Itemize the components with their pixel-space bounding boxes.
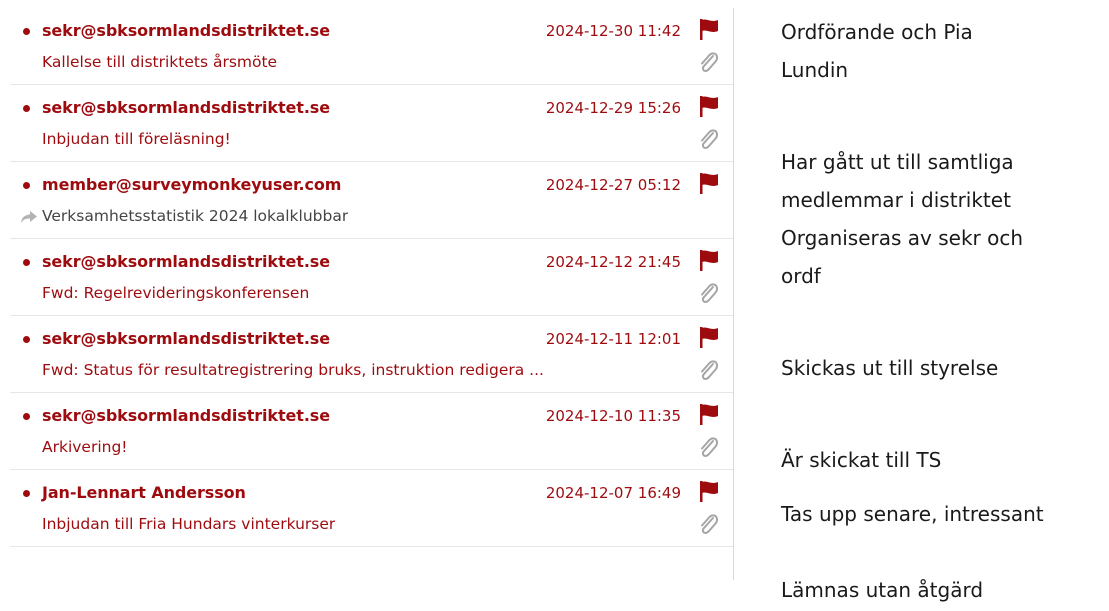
unread-dot [23, 413, 30, 420]
mail-date: 2024-12-27 05:12 [545, 176, 681, 194]
note-line: Tas upp senare, intressant [781, 502, 1044, 526]
mail-item[interactable]: sekr@sbksormlandsdistriktet.se 2024-12-1… [10, 239, 733, 316]
mail-item[interactable]: sekr@sbksormlandsdistriktet.se 2024-12-3… [10, 8, 733, 85]
note-line: Skickas ut till styrelse [781, 356, 999, 380]
note-line: ordf [781, 264, 821, 288]
mail-sender: sekr@sbksormlandsdistriktet.se [42, 329, 330, 348]
note-line: Ordförande och Pia [781, 20, 973, 44]
forward-icon [21, 211, 37, 223]
mail-sender: Jan-Lennart Andersson [42, 483, 246, 502]
mail-subject: Arkivering! [42, 438, 128, 456]
note-line: Organiseras av sekr och [781, 226, 1024, 250]
mail-date: 2024-12-10 11:35 [545, 407, 681, 425]
flag-icon[interactable] [699, 172, 719, 194]
mail-date: 2024-12-07 16:49 [545, 484, 681, 502]
flag-icon[interactable] [699, 326, 719, 348]
mail-sender: sekr@sbksormlandsdistriktet.se [42, 252, 330, 271]
flag-icon[interactable] [699, 18, 719, 40]
mail-sender: member@surveymonkeyuser.com [42, 175, 342, 194]
note-line: Lämnas utan åtgärd [781, 578, 984, 602]
mail-date: 2024-12-30 11:42 [545, 22, 681, 40]
mail-sender: sekr@sbksormlandsdistriktet.se [42, 98, 330, 117]
mail-list: sekr@sbksormlandsdistriktet.se 2024-12-3… [10, 8, 734, 580]
mail-sender: sekr@sbksormlandsdistriktet.se [42, 406, 330, 425]
flag-icon[interactable] [699, 95, 719, 117]
note-line: Lundin [781, 58, 849, 82]
flag-icon[interactable] [699, 403, 719, 425]
unread-dot [23, 490, 30, 497]
mail-subject: Verksamhetsstatistik 2024 lokalklubbar [42, 207, 349, 225]
mail-date: 2024-12-12 21:45 [545, 253, 681, 271]
paperclip-icon [701, 514, 719, 535]
mail-sender: sekr@sbksormlandsdistriktet.se [42, 21, 330, 40]
mail-item[interactable]: sekr@sbksormlandsdistriktet.se 2024-12-2… [10, 85, 733, 162]
paperclip-icon [701, 283, 719, 304]
note-line: medlemmar i distriktet [781, 188, 1011, 212]
mail-item[interactable]: member@surveymonkeyuser.com 2024-12-27 0… [10, 162, 733, 239]
unread-dot [23, 105, 30, 112]
mail-subject: Inbjudan till Fria Hundars vinterkurser [42, 515, 336, 533]
unread-dot [23, 336, 30, 343]
flag-icon[interactable] [699, 480, 719, 502]
unread-dot [23, 28, 30, 35]
mail-subject: Inbjudan till föreläsning! [42, 130, 231, 148]
mail-item[interactable]: sekr@sbksormlandsdistriktet.se 2024-12-1… [10, 393, 733, 470]
mail-date: 2024-12-29 15:26 [545, 99, 681, 117]
mail-date: 2024-12-11 12:01 [545, 330, 681, 348]
unread-dot [23, 259, 30, 266]
mail-item[interactable]: Jan-Lennart Andersson 2024-12-07 16:49 I… [10, 470, 733, 547]
paperclip-icon [701, 437, 719, 458]
mail-subject: Fwd: Regelrevideringskonferensen [42, 284, 310, 302]
flag-icon[interactable] [699, 249, 719, 271]
mail-subject: Fwd: Status för resultatregistrering bru… [42, 361, 544, 379]
notes-panel: Ordförande och Pia Lundin Har gått ut ti… [781, 14, 1109, 611]
mail-item[interactable]: sekr@sbksormlandsdistriktet.se 2024-12-1… [10, 316, 733, 393]
unread-dot [23, 182, 30, 189]
note-line: Är skickat till TS [781, 448, 942, 472]
mail-subject: Kallelse till distriktets årsmöte [42, 53, 278, 71]
paperclip-icon [701, 360, 719, 381]
paperclip-icon [701, 52, 719, 73]
paperclip-icon [701, 129, 719, 150]
note-line: Har gått ut till samtliga [781, 150, 1014, 174]
